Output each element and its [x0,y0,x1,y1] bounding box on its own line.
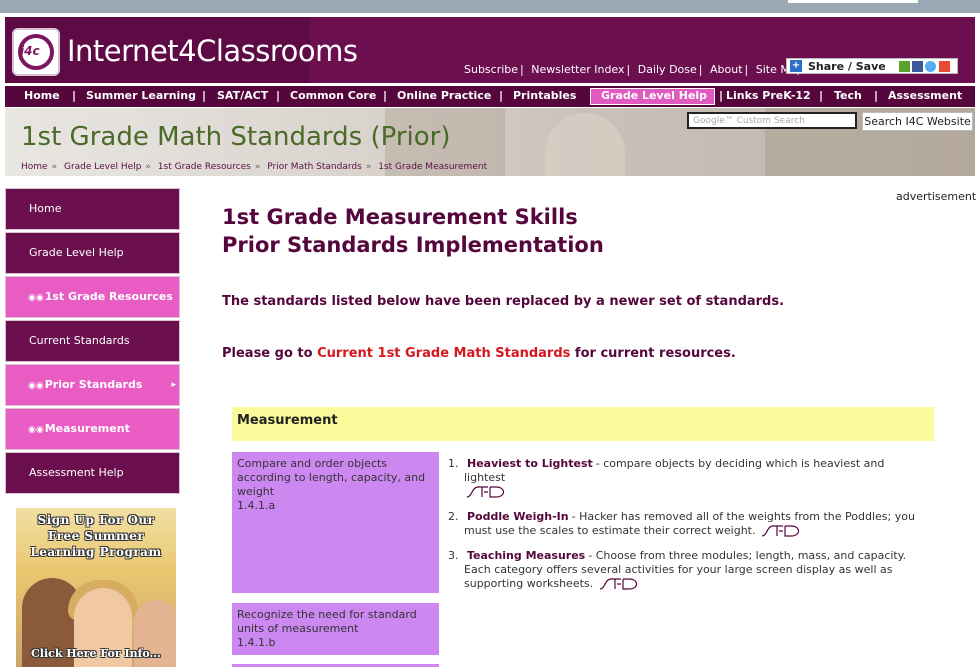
resource-link[interactable]: Teaching Measures [467,549,585,562]
browser-top-strip [0,0,980,13]
nav-printables[interactable]: Printables [513,89,576,102]
sidebar-item-current-standards[interactable]: Current Standards [5,320,180,362]
page-title: 1st Grade Math Standards (Prior) [21,122,451,152]
breadcrumb-prior-math-standards[interactable]: Prior Math Standards [267,162,362,172]
nav-assessment[interactable]: Assessment [888,89,962,102]
sidebar-item-label: Prior Standards [44,378,143,391]
sidebar-item-grade-level-help[interactable]: Grade Level Help [5,232,180,274]
smartboard-icon [466,486,505,498]
summer-learning-promo[interactable]: Sign Up For Our Free Summer Learning Pro… [16,508,176,667]
share-save-button[interactable]: + Share / Save [786,58,958,74]
list-number: 1. [448,457,459,470]
standard-text: Recognize the need for standard units of… [237,608,417,635]
notice-suffix: for current resources. [574,346,736,361]
top-link-daily-dose[interactable]: Daily Dose [638,63,697,76]
list-item: 1. Heaviest to Lightest - compare objects… [448,457,928,499]
nav-links-prek12[interactable]: Links PreK-12 [726,89,811,102]
sidebar-item-prior-standards[interactable]: ◉◉Prior Standards ▸ [5,364,180,406]
breadcrumb-home[interactable]: Home [21,162,48,172]
sidebar-item-label: Grade Level Help [29,246,124,259]
standard-code: 1.4.1.b [237,636,276,649]
list-item: 2. Poddle Weigh-In - Hacker has removed a… [448,510,928,538]
promo-text: Sign Up For Our Free Summer Learning Pro… [30,513,162,559]
share-label: Share / Save [808,60,886,73]
sidebar-item-1st-grade-resources[interactable]: ◉◉1st Grade Resources [5,276,180,318]
top-link-subscribe[interactable]: Subscribe [464,63,518,76]
sidebar-item-home[interactable]: Home [5,188,180,230]
breadcrumb-grade-level-help[interactable]: Grade Level Help [64,162,141,172]
top-link-about[interactable]: About [710,63,743,76]
standard-cell: Recognize the need for standard units of… [232,603,439,655]
promo-cta: Click Here For Info... [31,647,161,660]
site-name[interactable]: Internet4Classrooms [67,34,358,68]
sidebar-item-label: Assessment Help [29,466,124,479]
advertisement-label: advertisement [896,190,977,203]
heading-line-1: 1st Grade Measurement Skills [222,205,578,229]
resource-link[interactable]: Poddle Weigh-In [467,510,569,523]
glasses-icon: ◉◉ [28,293,44,303]
hero-banner: 1st Grade Math Standards (Prior) Home» G… [5,108,975,176]
current-standards-notice: Please go to Current 1st Grade Math Stan… [222,346,736,361]
main-nav: Home | Summer Learning | SAT/ACT | Commo… [5,85,975,107]
sidebar-item-label: Current Standards [29,334,130,347]
nav-common-core[interactable]: Common Core [290,89,376,102]
smartboard-icon [599,578,637,590]
glasses-icon: ◉◉ [28,425,44,435]
notice-prefix: Please go to [222,346,313,361]
sidebar-item-label: Home [29,202,62,215]
smartboard-icon [761,525,800,537]
sidebar-item-label: 1st Grade Resources [44,290,173,303]
nav-home[interactable]: Home [24,89,60,102]
more-share-icon [939,61,950,72]
custom-search-input[interactable]: Google™ Custom Search [687,112,857,129]
heading-line-2: Prior Standards Implementation [222,233,604,257]
breadcrumb-current: 1st Grade Measurement [378,162,488,172]
logo-text: i4c [20,44,40,58]
standard-text: Compare and order objects according to l… [237,457,426,498]
glasses-icon: ◉◉ [28,381,44,391]
top-links: Subscribe | Newsletter Index | Daily Dose |… [464,63,804,76]
list-number: 3. [448,549,459,562]
top-search-stub [788,0,918,3]
standard-cell: Compare and order objects according to l… [232,452,439,593]
sidebar-item-measurement[interactable]: ◉◉Measurement [5,408,180,450]
list-number: 2. [448,510,459,523]
resource-list: 1. Heaviest to Lightest - compare objects… [448,457,928,602]
chevron-right-icon: ▸ [171,380,176,390]
email-share-icon [899,61,910,72]
resource-link[interactable]: Heaviest to Lightest [467,457,593,470]
main-heading: 1st Grade Measurement Skills Prior Stand… [222,203,604,259]
twitter-icon [925,61,936,72]
sidebar-item-assessment-help[interactable]: Assessment Help [5,452,180,494]
nav-summer-learning[interactable]: Summer Learning [86,89,196,102]
site-logo[interactable]: i4c [12,28,60,76]
facebook-icon [912,61,923,72]
search-button[interactable]: Search I4C Website [862,112,973,131]
nav-grade-level-help[interactable]: Grade Level Help [601,89,707,102]
replaced-notice: The standards listed below have been rep… [222,294,785,309]
breadcrumb: Home» Grade Level Help» 1st Grade Resour… [21,162,488,172]
current-standards-link[interactable]: Current 1st Grade Math Standards [317,346,570,361]
sidebar-item-label: Measurement [44,422,130,435]
top-link-newsletter[interactable]: Newsletter Index [531,63,624,76]
section-header: Measurement [232,407,934,441]
list-item: 3. Teaching Measures - Choose from three … [448,549,928,591]
nav-sat-act[interactable]: SAT/ACT [217,89,268,102]
breadcrumb-1st-grade-resources[interactable]: 1st Grade Resources [158,162,251,172]
nav-online-practice[interactable]: Online Practice [397,89,491,102]
standard-code: 1.4.1.a [237,499,276,512]
site-header: i4c Internet4Classrooms Subscribe | Newsl… [5,17,975,83]
plus-icon: + [790,60,802,72]
nav-tech[interactable]: Tech [834,89,862,102]
